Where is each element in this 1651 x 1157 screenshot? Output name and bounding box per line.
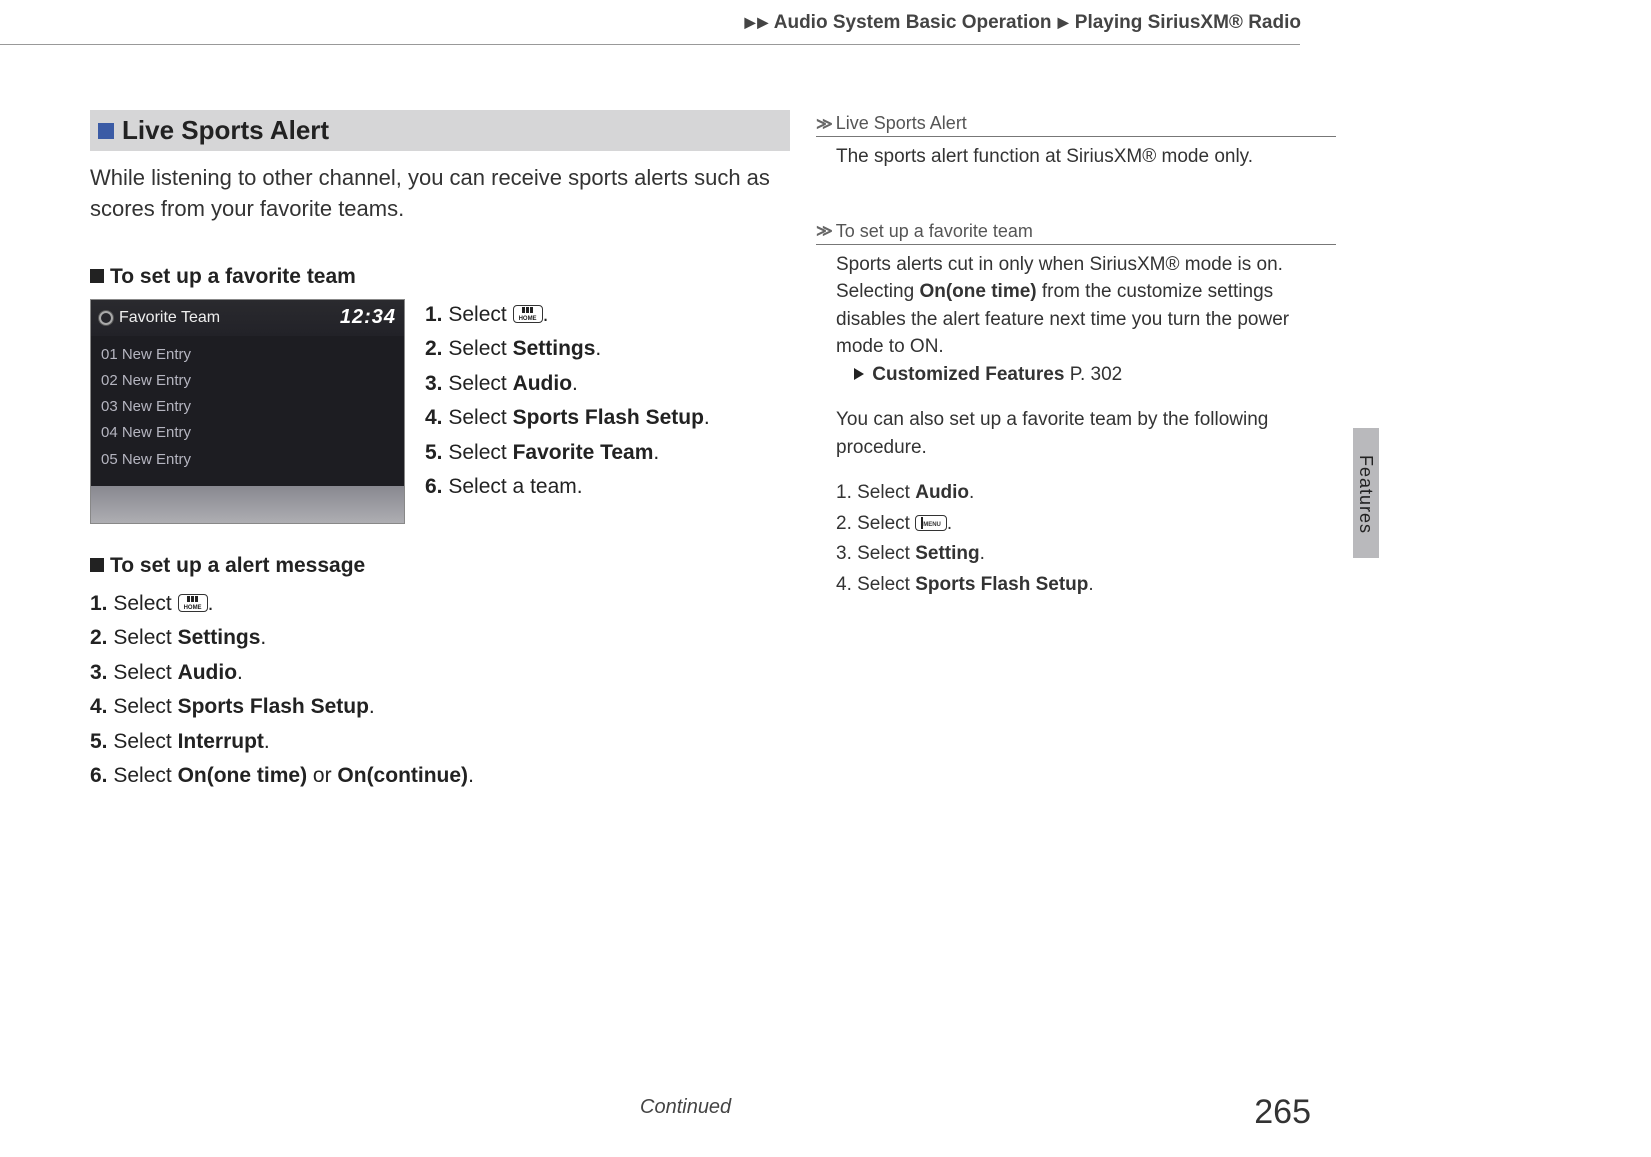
note-heading: ≫ Live Sports Alert	[816, 113, 1336, 137]
square-bullet-icon	[90, 558, 104, 572]
note-body: Sports alerts cut in only when SiriusXM®…	[816, 251, 1336, 600]
intro-text: While listening to other channel, you ca…	[90, 163, 790, 225]
list-item: 05 New Entry	[101, 447, 394, 473]
triangle-right-icon: ▶	[1058, 14, 1069, 31]
continued-label: Continued	[640, 1096, 731, 1119]
alt-procedure-steps: 1. Select Audio. 2. Select MENU. 3. Sele…	[836, 479, 1336, 599]
note-body: The sports alert function at SiriusXM® m…	[816, 143, 1336, 171]
divider	[0, 44, 1300, 45]
steps-alert: 1. Select HOME. 2. Select Settings. 3. S…	[90, 588, 790, 793]
breadcrumb-part2: Playing SiriusXM® Radio	[1075, 12, 1301, 33]
home-button-icon: HOME	[513, 305, 543, 324]
sub-heading-alert: To set up a alert message	[90, 554, 790, 578]
notes-column: ≫ Live Sports Alert The sports alert fun…	[816, 113, 1336, 649]
square-bullet-icon	[98, 123, 114, 139]
section-title: Live Sports Alert	[122, 115, 329, 146]
page-number: 265	[1254, 1093, 1311, 1132]
entry-list: 01 New Entry 02 New Entry 03 New Entry 0…	[91, 336, 404, 486]
double-chevron-icon: ≫	[816, 114, 828, 134]
cross-reference-link[interactable]: Customized Features	[872, 364, 1064, 385]
square-bullet-icon	[90, 269, 104, 283]
main-column: Live Sports Alert While listening to oth…	[90, 110, 790, 795]
triangle-right-icon: ▶	[757, 14, 768, 31]
double-chevron-icon: ≫	[816, 221, 828, 241]
list-item: 03 New Entry	[101, 394, 394, 420]
list-item: 01 New Entry	[101, 342, 394, 368]
screenshot-header: Favorite Team 12:34	[91, 300, 404, 336]
link-arrow-icon	[854, 368, 864, 380]
steps-fav-team: 1. Select HOME. 2. Select Settings. 3. S…	[425, 299, 710, 506]
list-item: 04 New Entry	[101, 420, 394, 446]
menu-button-icon: MENU	[915, 515, 947, 532]
breadcrumb: ▶▶ Audio System Basic Operation ▶ Playin…	[744, 12, 1301, 34]
list-item: 02 New Entry	[101, 368, 394, 394]
sub-heading-fav-team: To set up a favorite team	[90, 265, 790, 289]
side-tab-label: Features	[1355, 455, 1376, 534]
display-screenshot: Favorite Team 12:34 01 New Entry 02 New …	[90, 299, 405, 524]
section-heading-bar: Live Sports Alert	[90, 110, 790, 151]
gear-icon	[99, 311, 113, 325]
note-heading: ≫ To set up a favorite team	[816, 221, 1336, 245]
home-button-icon: HOME	[178, 594, 208, 613]
clock-readout: 12:34	[340, 306, 396, 329]
bezel-gloss	[91, 486, 404, 524]
triangle-right-icon: ▶	[745, 14, 756, 31]
breadcrumb-part1: Audio System Basic Operation	[774, 12, 1052, 33]
screenshot-title: Favorite Team	[119, 309, 220, 327]
